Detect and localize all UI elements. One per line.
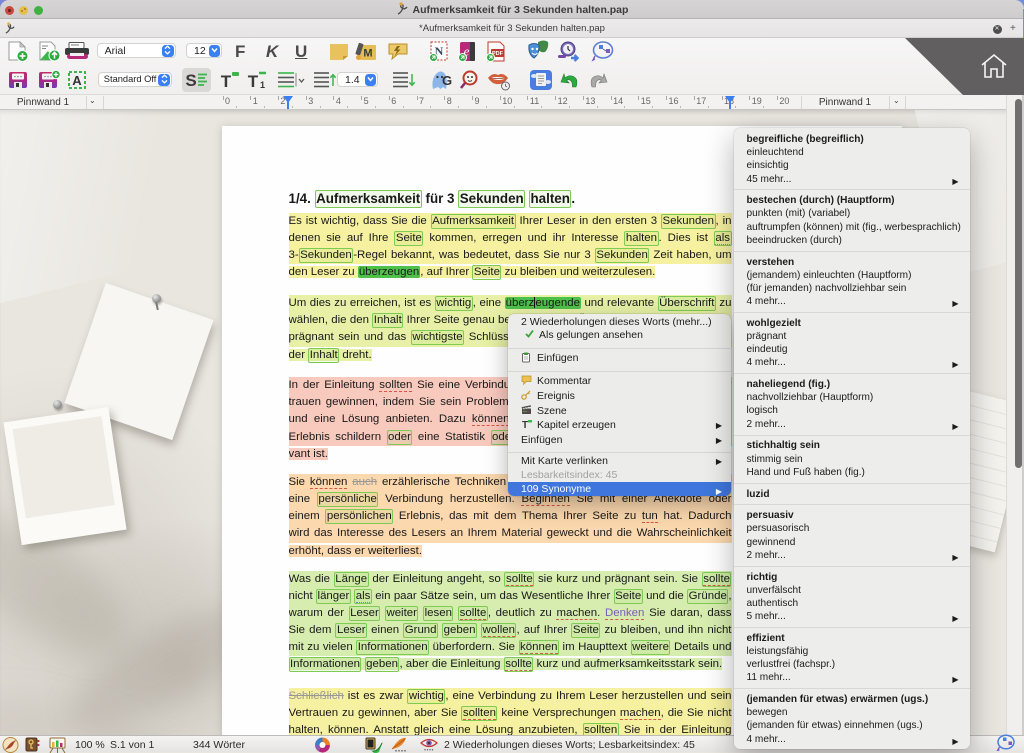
svg-text:T: T xyxy=(248,72,259,90)
svg-text:G: G xyxy=(442,73,452,88)
svg-text:T: T xyxy=(221,72,232,90)
svg-text:M: M xyxy=(363,48,372,60)
svg-text:T: T xyxy=(522,420,528,429)
svg-text:S: S xyxy=(185,71,196,90)
svg-text:1: 1 xyxy=(260,80,265,90)
svg-text:A: A xyxy=(72,73,82,88)
